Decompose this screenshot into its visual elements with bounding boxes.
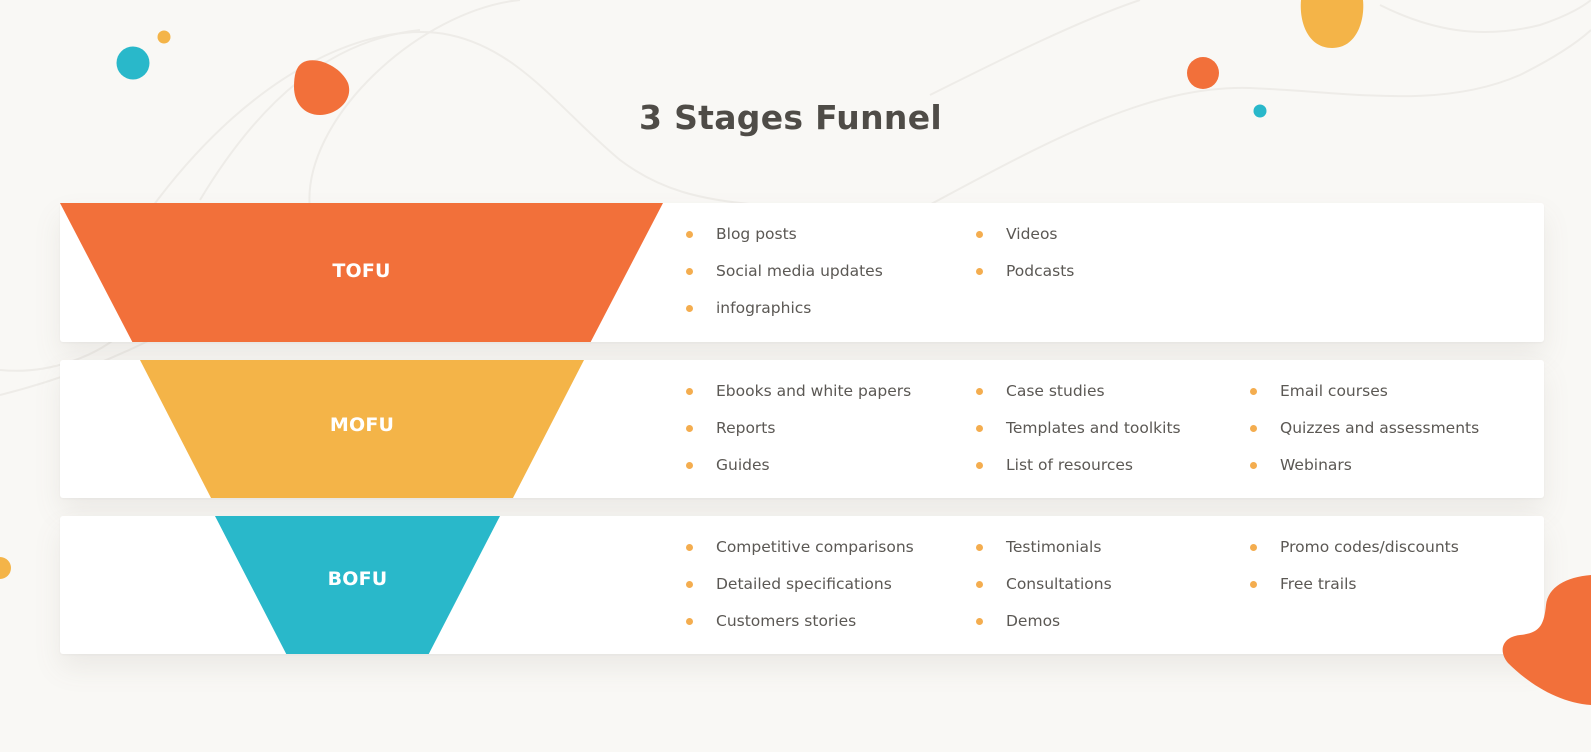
bullet-icon bbox=[1250, 388, 1257, 395]
content-list-column: Competitive comparisons Detailed specifi… bbox=[686, 535, 914, 646]
bullet-icon bbox=[1250, 581, 1257, 588]
funnel-stage-mofu: MOFU Ebooks and white papers Reports Gui… bbox=[60, 360, 1544, 498]
bullet-icon bbox=[1250, 425, 1257, 432]
bullet-icon bbox=[976, 268, 983, 275]
bullet-icon bbox=[1250, 544, 1257, 551]
bullet-icon bbox=[686, 581, 693, 588]
bullet-icon bbox=[976, 544, 983, 551]
list-item: Templates and toolkits bbox=[976, 416, 1181, 453]
list-item: Promo codes/discounts bbox=[1250, 535, 1459, 572]
list-item: Demos bbox=[976, 609, 1112, 646]
yellow-dot-decoration bbox=[157, 30, 171, 44]
teal-dot-decoration bbox=[116, 46, 150, 80]
list-item: Testimonials bbox=[976, 535, 1112, 572]
list-item: Social media updates bbox=[686, 259, 883, 296]
bullet-icon bbox=[976, 462, 983, 469]
list-item: infographics bbox=[686, 296, 883, 333]
list-item: List of resources bbox=[976, 453, 1181, 490]
funnel-stage-tofu: TOFU Blog posts Social media updates inf… bbox=[60, 203, 1544, 342]
funnel-segment-bofu: BOFU bbox=[215, 516, 500, 654]
list-item: Free trails bbox=[1250, 572, 1459, 609]
bullet-icon bbox=[686, 305, 693, 312]
stage-label: BOFU bbox=[327, 568, 388, 590]
bullet-icon bbox=[976, 425, 983, 432]
list-item: Competitive comparisons bbox=[686, 535, 914, 572]
bullet-icon bbox=[686, 388, 693, 395]
list-item: Email courses bbox=[1250, 379, 1479, 416]
content-list-column: Promo codes/discounts Free trails bbox=[1250, 535, 1459, 609]
orange-corner-blob-decoration bbox=[1502, 575, 1591, 705]
content-list-column: Ebooks and white papers Reports Guides bbox=[686, 379, 911, 490]
funnel-segment-tofu: TOFU bbox=[60, 203, 663, 342]
content-list-column: Videos Podcasts bbox=[976, 222, 1074, 296]
content-list-column: Email courses Quizzes and assessments We… bbox=[1250, 379, 1479, 490]
bullet-icon bbox=[976, 388, 983, 395]
content-list-column: Testimonials Consultations Demos bbox=[976, 535, 1112, 646]
list-item: Quizzes and assessments bbox=[1250, 416, 1479, 453]
bullet-icon bbox=[686, 231, 693, 238]
list-item: Blog posts bbox=[686, 222, 883, 259]
bullet-icon bbox=[686, 462, 693, 469]
bullet-icon bbox=[976, 231, 983, 238]
list-item: Customers stories bbox=[686, 609, 914, 646]
bullet-icon bbox=[686, 425, 693, 432]
page-title: 3 Stages Funnel bbox=[639, 98, 942, 138]
list-item: Consultations bbox=[976, 572, 1112, 609]
stage-label: MOFU bbox=[329, 414, 395, 436]
orange-dot-decoration bbox=[1187, 57, 1219, 89]
bullet-icon bbox=[976, 581, 983, 588]
list-item: Ebooks and white papers bbox=[686, 379, 911, 416]
funnel-stage-bofu: BOFU Competitive comparisons Detailed sp… bbox=[60, 516, 1544, 654]
list-item: Podcasts bbox=[976, 259, 1074, 296]
bullet-icon bbox=[1250, 462, 1257, 469]
bullet-icon bbox=[976, 618, 983, 625]
list-item: Detailed specifications bbox=[686, 572, 914, 609]
list-item: Case studies bbox=[976, 379, 1181, 416]
yellow-blob-decoration bbox=[1300, 0, 1364, 48]
bullet-icon bbox=[686, 544, 693, 551]
list-item: Guides bbox=[686, 453, 911, 490]
list-item: Videos bbox=[976, 222, 1074, 259]
list-item: Webinars bbox=[1250, 453, 1479, 490]
bullet-icon bbox=[686, 618, 693, 625]
yellow-edge-dot-decoration bbox=[0, 557, 11, 579]
bullet-icon bbox=[686, 268, 693, 275]
funnel-segment-mofu: MOFU bbox=[140, 360, 584, 498]
list-item: Reports bbox=[686, 416, 911, 453]
content-list-column: Blog posts Social media updates infograp… bbox=[686, 222, 883, 333]
stage-label: TOFU bbox=[332, 259, 391, 282]
content-list-column: Case studies Templates and toolkits List… bbox=[976, 379, 1181, 490]
